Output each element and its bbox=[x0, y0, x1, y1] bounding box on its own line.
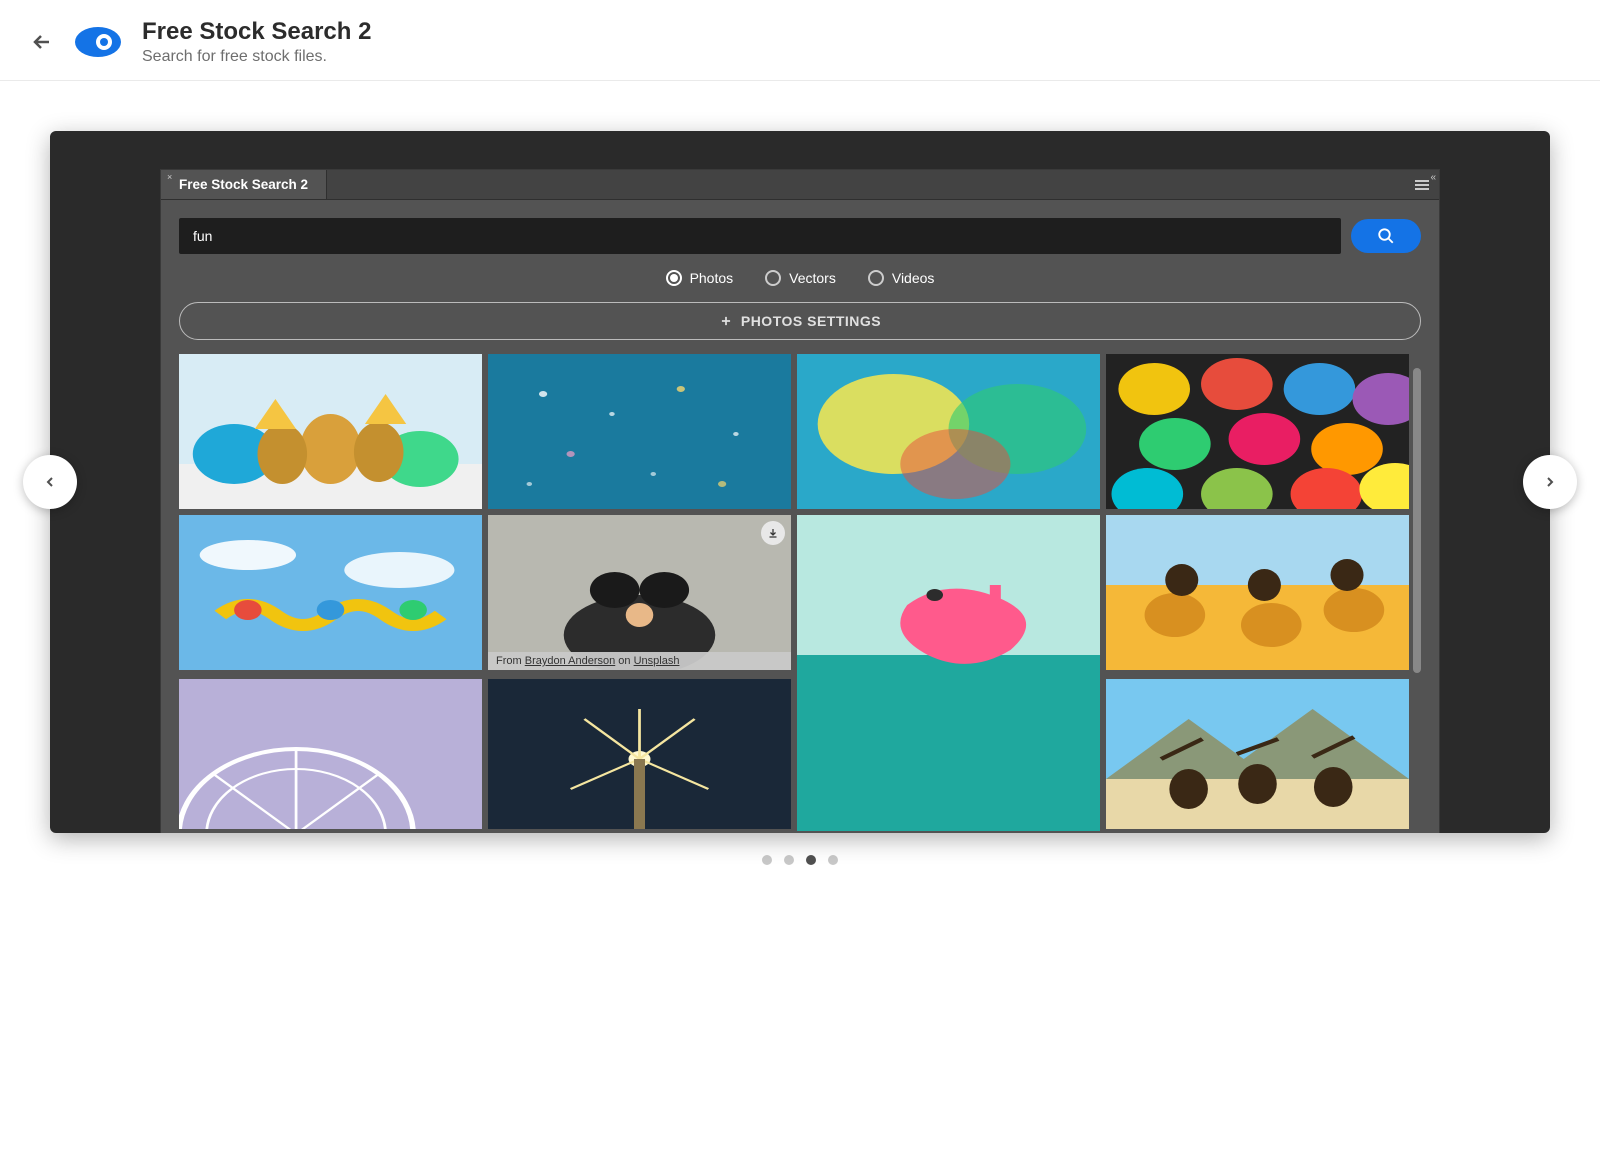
attribution-bar: From Braydon Anderson on Unsplash bbox=[488, 652, 791, 670]
page-title: Free Stock Search 2 bbox=[142, 18, 371, 46]
radio-label: Videos bbox=[892, 270, 935, 286]
panel-collapse-icon[interactable]: « bbox=[1430, 172, 1433, 183]
download-icon[interactable] bbox=[761, 521, 785, 545]
carousel-dots bbox=[0, 855, 1600, 865]
screenshot-frame: × « Free Stock Search 2 Photos Vectors V… bbox=[50, 131, 1550, 833]
result-thumb[interactable] bbox=[179, 515, 482, 670]
attribution-source[interactable]: Unsplash bbox=[634, 655, 680, 667]
result-thumb[interactable] bbox=[797, 515, 1100, 831]
result-thumb[interactable] bbox=[179, 679, 482, 829]
radio-label: Photos bbox=[690, 270, 734, 286]
carousel-dot[interactable] bbox=[806, 855, 816, 865]
result-thumb[interactable] bbox=[488, 679, 791, 829]
result-thumb[interactable] bbox=[179, 354, 482, 509]
page-subtitle: Search for free stock files. bbox=[142, 48, 371, 66]
carousel-dot[interactable] bbox=[762, 855, 772, 865]
panel-close-icon[interactable]: × bbox=[167, 172, 172, 182]
settings-label: PHOTOS SETTINGS bbox=[741, 313, 881, 329]
carousel-prev-button[interactable] bbox=[23, 455, 77, 509]
radio-videos[interactable]: Videos bbox=[868, 270, 935, 286]
result-thumb[interactable] bbox=[797, 354, 1100, 509]
search-input[interactable] bbox=[179, 218, 1341, 254]
result-thumb[interactable] bbox=[1106, 679, 1409, 829]
result-thumb[interactable] bbox=[1106, 354, 1409, 509]
carousel-dot[interactable] bbox=[784, 855, 794, 865]
photos-settings-button[interactable]: PHOTOS SETTINGS bbox=[179, 302, 1421, 340]
app-logo-icon bbox=[74, 18, 122, 66]
results-scrollbar[interactable] bbox=[1413, 368, 1421, 833]
radio-photos[interactable]: Photos bbox=[666, 270, 734, 286]
panel-menu-icon[interactable] bbox=[1415, 180, 1429, 190]
result-thumb[interactable] bbox=[488, 354, 791, 509]
result-thumb[interactable]: From Braydon Anderson on Unsplash bbox=[488, 515, 791, 670]
search-button[interactable] bbox=[1351, 219, 1421, 253]
carousel-dot[interactable] bbox=[828, 855, 838, 865]
radio-label: Vectors bbox=[789, 270, 836, 286]
back-arrow[interactable] bbox=[30, 30, 54, 54]
attribution-author[interactable]: Braydon Anderson bbox=[525, 655, 616, 667]
carousel-next-button[interactable] bbox=[1523, 455, 1577, 509]
result-thumb[interactable] bbox=[1106, 515, 1409, 670]
panel-tab[interactable]: Free Stock Search 2 bbox=[161, 170, 327, 199]
radio-vectors[interactable]: Vectors bbox=[765, 270, 836, 286]
